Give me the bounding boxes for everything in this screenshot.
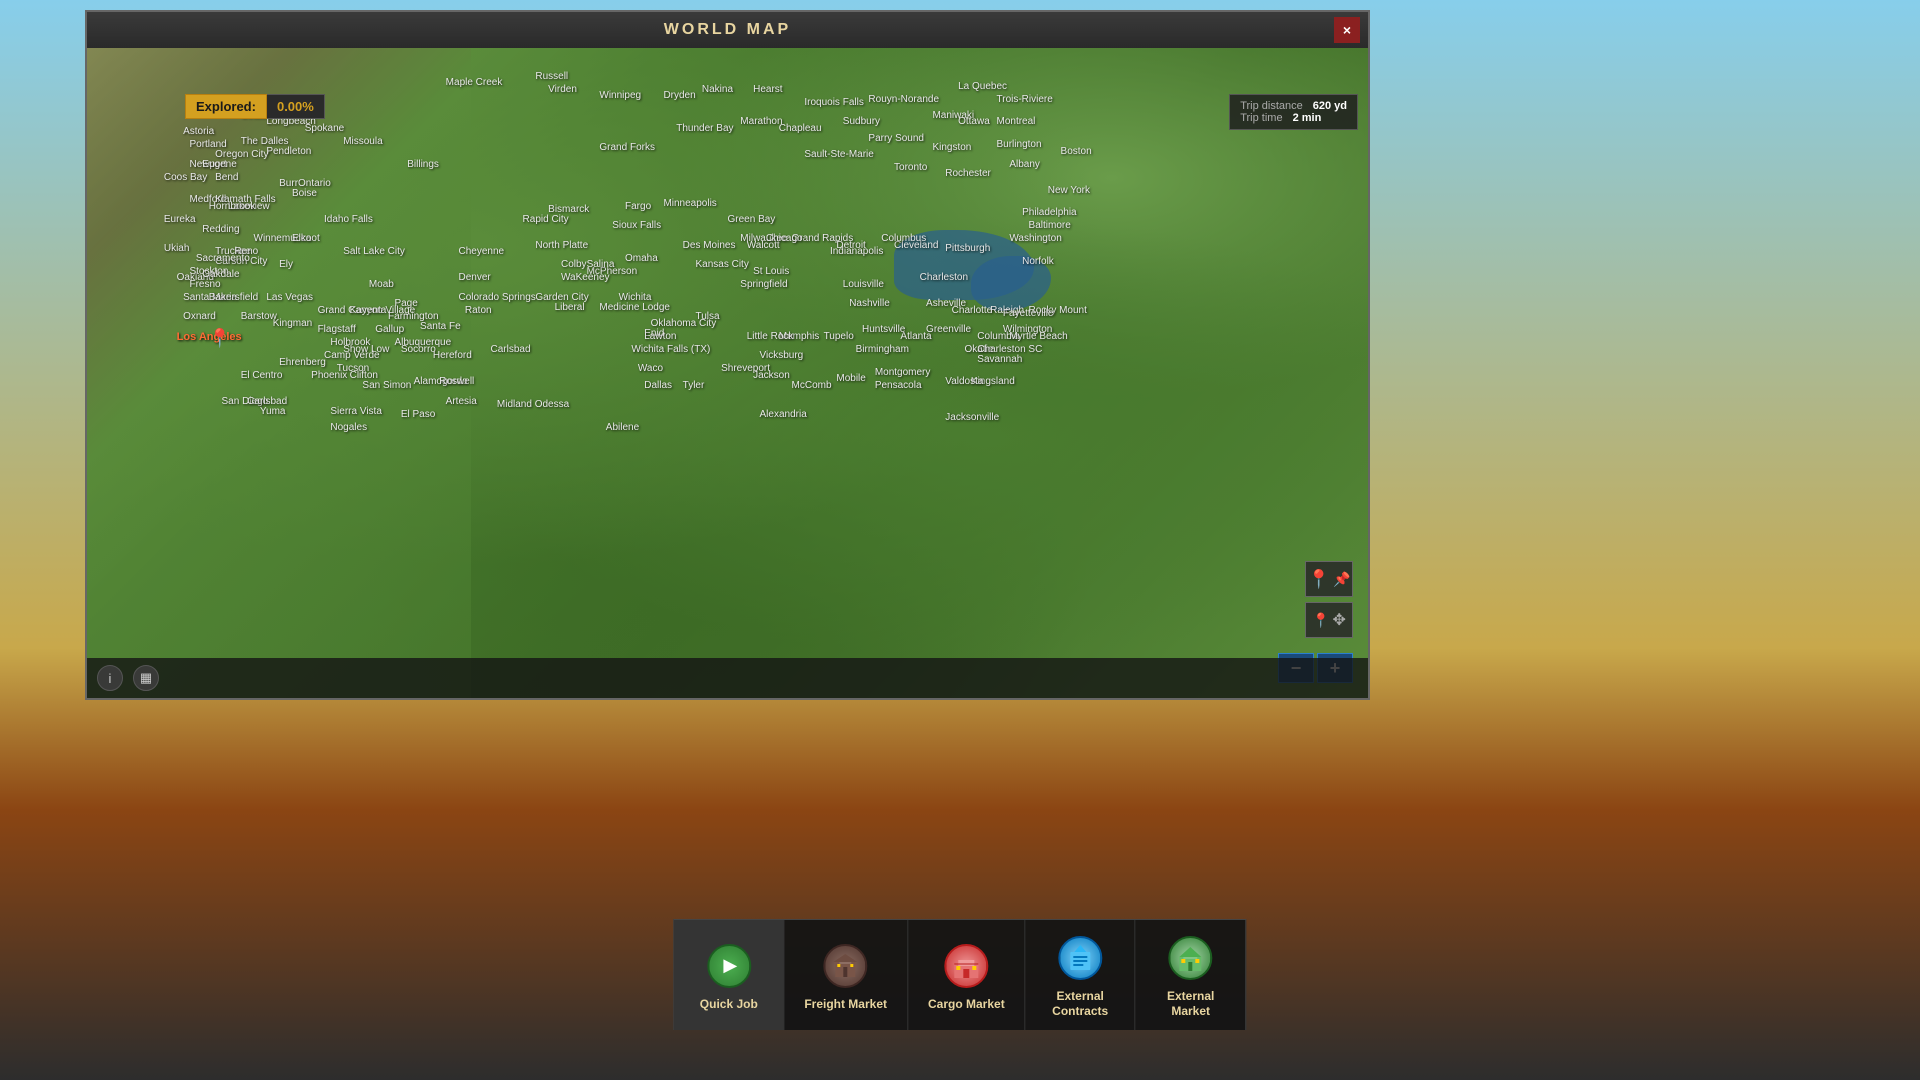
- trip-distance-value: 620 yd: [1313, 100, 1347, 112]
- cargo-market-icon-area: [940, 940, 992, 992]
- freight-market-icon: [824, 944, 868, 988]
- map-close-button[interactable]: ×: [1334, 17, 1360, 43]
- contracts-icon-svg: [1066, 944, 1094, 972]
- toolbar-cargo-market[interactable]: Cargo Market: [908, 920, 1026, 1030]
- pin-icon: 📌: [1333, 571, 1350, 588]
- external-contracts-label: ExternalContracts: [1052, 989, 1108, 1018]
- move-icon: 📍: [1312, 612, 1329, 629]
- cargo-market-icon: [944, 944, 988, 988]
- map-title: WORLD MAP: [664, 21, 791, 39]
- external-market-label: ExternalMarket: [1167, 989, 1214, 1018]
- toolbar-quick-job[interactable]: Quick Job: [674, 920, 784, 1030]
- ext-market-icon-svg: [1177, 944, 1205, 972]
- map-move-button[interactable]: 📍 ✥: [1305, 602, 1353, 638]
- quick-job-label: Quick Job: [700, 997, 758, 1011]
- external-market-icon-area: [1165, 932, 1217, 984]
- toolbar-external-market[interactable]: ExternalMarket: [1136, 920, 1246, 1030]
- cargo-market-label: Cargo Market: [928, 997, 1005, 1011]
- map-content[interactable]: Astoria Seattle Longbeach Spokane Maple …: [87, 48, 1368, 698]
- map-info-bar: i ▦: [87, 658, 1368, 698]
- info-button[interactable]: i: [97, 665, 123, 691]
- location-icon: 📍: [1308, 569, 1330, 590]
- quick-job-icon: [707, 944, 751, 988]
- crosshair-icon: ✥: [1333, 610, 1346, 630]
- trip-info-panel: Trip distance 620 yd Trip time 2 min: [1229, 94, 1358, 130]
- toolbar-external-contracts[interactable]: ExternalContracts: [1026, 920, 1136, 1030]
- western-mountains: [87, 48, 471, 698]
- external-market-icon: [1169, 936, 1213, 980]
- cargo-building-svg: [952, 952, 980, 980]
- map-controls: 📍 📌 📍 ✥: [1305, 561, 1353, 638]
- explored-value: 0.00%: [267, 94, 325, 119]
- trip-time-value: 2 min: [1293, 112, 1322, 124]
- bottom-toolbar: Quick Job Freight Market: [673, 919, 1246, 1030]
- freight-market-label: Freight Market: [804, 997, 887, 1011]
- legend-button[interactable]: ▦: [133, 665, 159, 691]
- external-contracts-icon-area: [1054, 932, 1106, 984]
- world-map-window: WORLD MAP × Astoria Seattle Longbeach Sp…: [85, 10, 1370, 700]
- legend-icon: ▦: [140, 670, 152, 686]
- toolbar-freight-market[interactable]: Freight Market: [784, 920, 908, 1030]
- freight-building-svg: [832, 952, 860, 980]
- external-contracts-icon: [1058, 936, 1102, 980]
- freight-market-icon-area: [820, 940, 872, 992]
- trip-time-label: Trip time: [1240, 112, 1282, 124]
- trip-distance-label: Trip distance: [1240, 100, 1303, 112]
- player-location-marker: 📍: [209, 328, 231, 349]
- explored-label: Explored:: [185, 94, 267, 119]
- quick-job-icon-area: [703, 940, 755, 992]
- info-icon: i: [109, 671, 112, 686]
- map-title-bar: WORLD MAP ×: [87, 12, 1368, 48]
- explored-badge: Explored: 0.00%: [185, 94, 325, 119]
- map-location-button[interactable]: 📍 📌: [1305, 561, 1353, 597]
